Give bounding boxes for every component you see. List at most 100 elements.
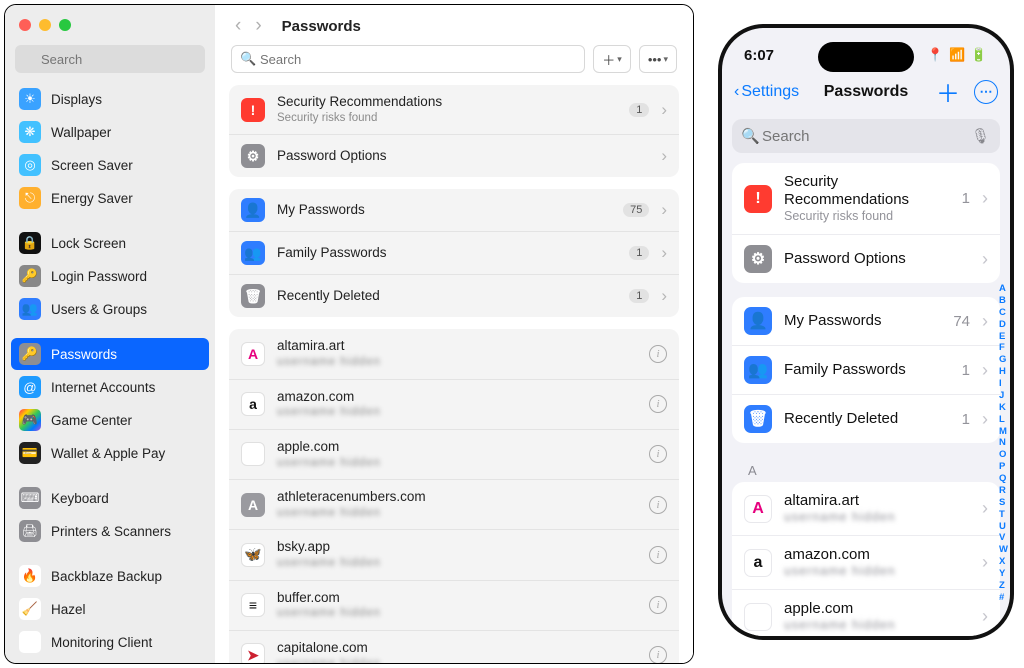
index-Y[interactable]: Y [999,568,1008,580]
row-capitalone[interactable]: ➤capitalone.comusername hiddeni [229,631,679,663]
ios-search-input[interactable] [732,119,1000,153]
row-username: username hidden [277,405,637,419]
sidebar-item-label: Game Center [51,413,132,428]
index-F[interactable]: F [999,342,1008,354]
sidebar-item-wallet[interactable]: 💳Wallet & Apple Pay [11,437,209,469]
close-icon[interactable] [19,19,31,31]
row-username: username hidden [784,564,970,579]
index-U[interactable]: U [999,521,1008,533]
nav-forward-icon[interactable]: › [255,15,261,37]
row-athleterace[interactable]: Aathleteracenumbers.comusername hiddeni [229,480,679,530]
row-apple[interactable]: apple.comusername hiddeni [229,430,679,480]
info-icon[interactable]: i [649,646,667,663]
row-my-passwords[interactable]: 👤My Passwords74› [732,297,1000,346]
search-icon: 🔍 [240,51,256,67]
row-recently-deleted[interactable]: 🗑Recently Deleted1› [732,395,1000,443]
index-N[interactable]: N [999,437,1008,449]
sidebar-item-internet-accounts[interactable]: @Internet Accounts [11,371,209,403]
row-title: My Passwords [277,202,611,219]
index-H[interactable]: H [999,366,1008,378]
index-B[interactable]: B [999,295,1008,307]
sidebar-item-game-center[interactable]: 🎮Game Center [11,404,209,436]
more-button[interactable]: •••▾ [639,45,677,73]
back-button[interactable]: ‹Settings [734,83,799,101]
sidebar-item-passwords[interactable]: 🔑Passwords [11,338,209,370]
chevron-right-icon: › [982,360,988,381]
sidebar-item-energy-saver[interactable]: ⎋Energy Saver [11,182,209,214]
row-username: username hidden [784,618,970,633]
info-icon[interactable]: i [649,395,667,413]
row-family-passwords[interactable]: 👥Family Passwords1› [229,232,679,275]
info-icon[interactable]: i [649,596,667,614]
row-title: altamira.art [277,338,637,355]
add-button[interactable]: ＋▾ [593,45,631,73]
index-M[interactable]: M [999,426,1008,438]
row-buffer[interactable]: ≡buffer.comusername hiddeni [229,581,679,631]
row-security-recommendations[interactable]: !Security RecommendationsSecurity risks … [229,85,679,135]
main-search-input[interactable] [231,45,585,73]
wallet-icon: 💳 [19,442,41,464]
index-I[interactable]: I [999,378,1008,390]
index-C[interactable]: C [999,307,1008,319]
index-D[interactable]: D [999,319,1008,331]
sidebar-item-backblaze[interactable]: 🔥Backblaze Backup [11,560,209,592]
index-Z[interactable]: Z [999,580,1008,592]
sidebar-item-login-password[interactable]: 🔑Login Password [11,260,209,292]
zoom-icon[interactable] [59,19,71,31]
sidebar-item-users-groups[interactable]: 👥Users & Groups [11,293,209,325]
row-security-recommendations[interactable]: !Security RecommendationsSecurity risks … [732,163,1000,235]
sidebar-item-hazel[interactable]: 🧹Hazel [11,593,209,625]
index-V[interactable]: V [999,532,1008,544]
sidebar-item-keyboard[interactable]: ⌨Keyboard [11,482,209,514]
index-E[interactable]: E [999,331,1008,343]
row-password-options[interactable]: ⚙Password Options› [732,235,1000,283]
sidebar-item-printers[interactable]: 🖨Printers & Scanners [11,515,209,547]
index-T[interactable]: T [999,509,1008,521]
row-altamira[interactable]: Aaltamira.artusername hiddeni [229,329,679,379]
index-#[interactable]: # [999,592,1008,604]
collections-group: 👤My Passwords74›👥Family Passwords1›🗑Rece… [732,297,1000,443]
row-altamira[interactable]: Aaltamira.artusername hidden› [732,482,1000,536]
row-password-options[interactable]: ⚙Password Options› [229,135,679,177]
index-A[interactable]: A [999,283,1008,295]
index-J[interactable]: J [999,390,1008,402]
sidebar-search-input[interactable] [15,45,205,73]
sidebar-item-monitoring[interactable]: 🛡Monitoring Client [11,626,209,658]
nav-back-icon[interactable]: ‹ [235,15,241,37]
sidebar-item-label: Login Password [51,269,147,284]
sidebar-item-displays[interactable]: ☀Displays [11,83,209,115]
row-subtitle: Security risks found [784,209,950,224]
row-apple[interactable]: apple.comusername hidden› [732,590,1000,640]
info-icon[interactable]: i [649,445,667,463]
index-G[interactable]: G [999,354,1008,366]
index-Q[interactable]: Q [999,473,1008,485]
sidebar-item-screen-saver[interactable]: ◎Screen Saver [11,149,209,181]
info-icon[interactable]: i [649,496,667,514]
index-P[interactable]: P [999,461,1008,473]
index-S[interactable]: S [999,497,1008,509]
index-L[interactable]: L [999,414,1008,426]
microphone-icon[interactable]: 🎙 [971,127,990,145]
index-K[interactable]: K [999,402,1008,414]
row-amazon[interactable]: aamazon.comusername hiddeni [229,380,679,430]
info-icon[interactable]: i [649,546,667,564]
displays-icon: ☀ [19,88,41,110]
info-icon[interactable]: i [649,345,667,363]
sidebar-item-lock-screen[interactable]: 🔒Lock Screen [11,227,209,259]
index-X[interactable]: X [999,556,1008,568]
row-recently-deleted[interactable]: 🗑Recently Deleted1› [229,275,679,317]
row-family-passwords[interactable]: 👥Family Passwords1› [732,346,1000,395]
count-label: 1 [962,411,970,428]
sidebar-item-wallpaper[interactable]: ❋Wallpaper [11,116,209,148]
row-my-passwords[interactable]: 👤My Passwords75› [229,189,679,232]
status-indicators: 📍 📶 🔋 [927,47,988,63]
alpha-index[interactable]: ABCDEFGHIJKLMNOPQRSTUVWXYZ# [999,283,1008,604]
row-bsky[interactable]: 🦋bsky.appusername hiddeni [229,530,679,580]
row-amazon[interactable]: aamazon.comusername hidden› [732,536,1000,590]
add-button[interactable]: ＋ [936,74,960,109]
more-button[interactable]: ⋯ [974,80,998,104]
index-O[interactable]: O [999,449,1008,461]
index-W[interactable]: W [999,544,1008,556]
minimize-icon[interactable] [39,19,51,31]
index-R[interactable]: R [999,485,1008,497]
